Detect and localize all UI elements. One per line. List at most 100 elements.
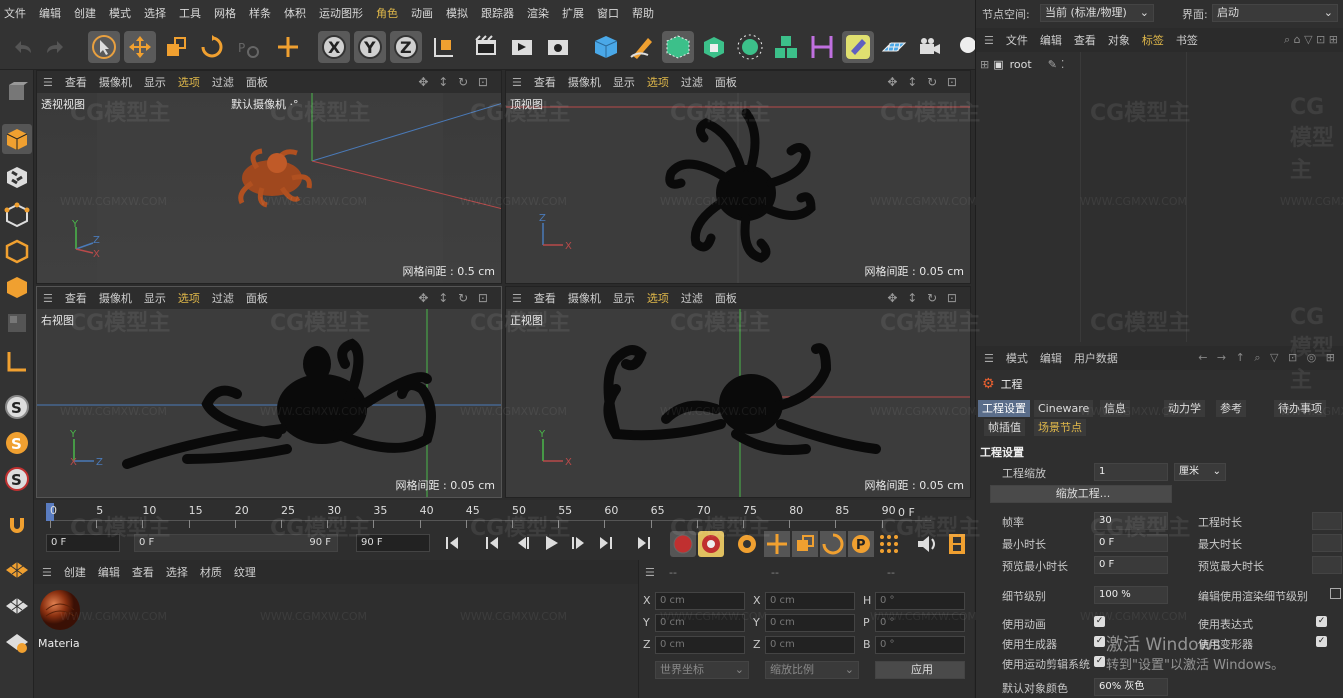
node-space-dropdown[interactable]: 当前 (标准/物理) ⌄ — [1040, 4, 1154, 22]
menu-item[interactable]: 窗口 — [597, 5, 619, 21]
lod-field[interactable]: 100 % — [1094, 586, 1168, 604]
visibility-dots-icon[interactable]: ⁚ — [1061, 58, 1065, 71]
viewport-menu-item[interactable]: 面板 — [715, 290, 737, 306]
material-menu-item[interactable]: 查看 — [132, 564, 154, 580]
auto-keying-icon[interactable] — [698, 531, 724, 557]
redo-icon[interactable] — [40, 31, 72, 63]
menu-item[interactable]: 角色 — [376, 5, 398, 21]
size-y-field[interactable]: 0 cm — [765, 614, 855, 632]
min-time-field[interactable]: 0 F — [1094, 534, 1168, 552]
menu-item[interactable]: 帮助 — [632, 5, 654, 21]
key-position-icon[interactable] — [764, 531, 790, 557]
move-tool-icon[interactable] — [124, 31, 156, 63]
locked-workplane-icon[interactable] — [2, 626, 32, 656]
menu-item[interactable]: 样条 — [249, 5, 271, 21]
edges-mode-icon[interactable] — [2, 236, 32, 266]
viewport-menu-item[interactable]: 查看 — [534, 74, 556, 90]
points-mode-icon[interactable] — [2, 200, 32, 230]
viewport-right[interactable]: ☰ 查看 摄像机 显示 选项 过滤 面板 ✥ ↕ ↻ ⊡ 右视图 Y X Z 网格间距 : 0… — [36, 286, 502, 498]
menu-item[interactable]: 模式 — [109, 5, 131, 21]
viewport-menu-item[interactable]: 显示 — [613, 290, 635, 306]
viewport-menu-item[interactable]: 选项 — [647, 74, 669, 90]
subdivision-surface-icon[interactable] — [662, 31, 694, 63]
render-view-icon[interactable] — [470, 31, 502, 63]
object-manager-icons[interactable]: ⌕ ⌂ ▽ ⊡ ⊞ — [1284, 33, 1338, 47]
use-anim-checkbox[interactable]: ✓ — [1094, 616, 1105, 627]
y-axis-lock-icon[interactable]: Y — [354, 31, 386, 63]
attr-tab[interactable]: 动力学 — [1164, 400, 1205, 417]
material-menu-item[interactable]: 编辑 — [98, 564, 120, 580]
position-x-field[interactable]: 0 cm — [655, 592, 745, 610]
viewport-menu-item[interactable]: 查看 — [534, 290, 556, 306]
select-tool-icon[interactable] — [88, 31, 120, 63]
timeline-ruler[interactable]: 0 F 0 5 10 15 20 25 30 35 40 45 50 55 60 65 70 75 80 85 90 — [46, 500, 931, 534]
object-menu-item[interactable]: 书签 — [1176, 32, 1198, 48]
attr-menu-item[interactable]: 编辑 — [1040, 350, 1062, 366]
viewport-nav-icons[interactable]: ✥ ↕ ↻ ⊡ — [887, 75, 960, 89]
viewport-nav-icons[interactable]: ✥ ↕ ↻ ⊡ — [418, 75, 491, 89]
attr-menu-item[interactable]: 用户数据 — [1074, 350, 1118, 366]
viewport-canvas[interactable]: 顶视图 Z X 网格间距 : 0.05 cm — [506, 93, 970, 283]
hamburger-icon[interactable]: ☰ — [512, 76, 522, 89]
material-menu-item[interactable]: 材质 — [200, 564, 222, 580]
menu-item[interactable]: 创建 — [74, 5, 96, 21]
attr-tab[interactable]: 帧插值 — [984, 419, 1025, 436]
snap-workplane-icon[interactable]: S — [2, 464, 32, 494]
menu-item[interactable]: 运动图形 — [319, 5, 363, 21]
attr-tab[interactable]: 待办事项 — [1274, 400, 1326, 417]
attr-tab[interactable]: 信息 — [1100, 400, 1130, 417]
key-scale-icon[interactable] — [792, 531, 818, 557]
viewport-menu-item[interactable]: 选项 — [178, 74, 200, 90]
project-scale-field[interactable]: 1 — [1094, 463, 1168, 481]
hamburger-icon[interactable]: ☰ — [984, 352, 994, 365]
viewport-menu-item[interactable]: 显示 — [144, 290, 166, 306]
field-icon[interactable] — [842, 31, 874, 63]
interface-dropdown[interactable]: 启动 ⌄ — [1212, 4, 1338, 22]
object-menu-item[interactable]: 查看 — [1074, 32, 1096, 48]
max-time-field[interactable] — [1312, 534, 1342, 552]
sound-icon[interactable] — [914, 531, 940, 557]
axis-mode-icon[interactable] — [2, 346, 32, 376]
viewport-menu-item[interactable]: 过滤 — [681, 74, 703, 90]
z-axis-lock-icon[interactable]: Z — [390, 31, 422, 63]
use-gen-checkbox[interactable]: ✓ — [1094, 636, 1105, 647]
grid-plane-icon[interactable] — [2, 590, 32, 620]
viewport-perspective[interactable]: ☰ 查看 摄像机 显示 选项 过滤 面板 ✥ ↕ ↻ ⊡ 透视视图 默认摄像机 ·° Y Z … — [36, 70, 502, 284]
rotation-b-field[interactable]: 0 ° — [875, 636, 965, 654]
viewport-menu-item[interactable]: 选项 — [178, 290, 200, 306]
hamburger-icon[interactable]: ☰ — [645, 566, 655, 579]
world-coord-icon[interactable] — [428, 31, 460, 63]
object-menu-item[interactable]: 对象 — [1108, 32, 1130, 48]
viewport-menu-item[interactable]: 查看 — [65, 74, 87, 90]
viewport-menu-item[interactable]: 面板 — [246, 290, 268, 306]
attr-tab[interactable]: 场景节点 — [1034, 419, 1086, 436]
attr-nav-icons[interactable]: ← → ↑ ⌕ ▽ ⊡ ◎ ⊞ — [1198, 351, 1338, 365]
hamburger-icon[interactable]: ☰ — [984, 34, 994, 47]
menu-item[interactable]: 选择 — [144, 5, 166, 21]
use-deform-checkbox[interactable]: ✓ — [1316, 636, 1327, 647]
menu-item[interactable]: 体积 — [284, 5, 306, 21]
menu-item[interactable]: 跟踪器 — [481, 5, 514, 21]
start-frame-field[interactable]: 0 F — [46, 534, 120, 552]
viewport-menu-item[interactable]: 面板 — [715, 74, 737, 90]
object-menu-item[interactable]: 文件 — [1006, 32, 1028, 48]
viewport-canvas[interactable]: 正视图 Y X 网格间距 : 0.05 cm — [506, 309, 970, 497]
material-menu-item[interactable]: 纹理 — [234, 564, 256, 580]
viewport-menu-item[interactable]: 摄像机 — [99, 290, 132, 306]
viewport-front[interactable]: ☰ 查看 摄像机 显示 选项 过滤 面板 ✥ ↕ ↻ ⊡ 正视图 Y X 网格间距 : 0.0… — [505, 286, 971, 498]
workplane-icon[interactable] — [2, 554, 32, 584]
key-pla-icon[interactable] — [876, 531, 902, 557]
use-mograph-checkbox[interactable]: ✓ — [1094, 656, 1105, 667]
project-length-field[interactable] — [1312, 512, 1342, 530]
hamburger-icon[interactable]: ☰ — [43, 292, 53, 305]
position-y-field[interactable]: 0 cm — [655, 614, 745, 632]
cube-object-icon[interactable] — [590, 31, 622, 63]
attr-menu-item[interactable]: 模式 — [1006, 350, 1028, 366]
scale-mode-dropdown[interactable]: 缩放比例 ⌄ — [765, 661, 859, 679]
texture-mode-icon[interactable] — [2, 162, 32, 192]
viewport-menu-item[interactable]: 面板 — [246, 74, 268, 90]
bend-deformer-icon[interactable] — [806, 31, 838, 63]
end-frame-field[interactable]: 90 F — [356, 534, 430, 552]
menu-item[interactable]: 模拟 — [446, 5, 468, 21]
coord-system-dropdown[interactable]: 世界坐标 ⌄ — [655, 661, 749, 679]
